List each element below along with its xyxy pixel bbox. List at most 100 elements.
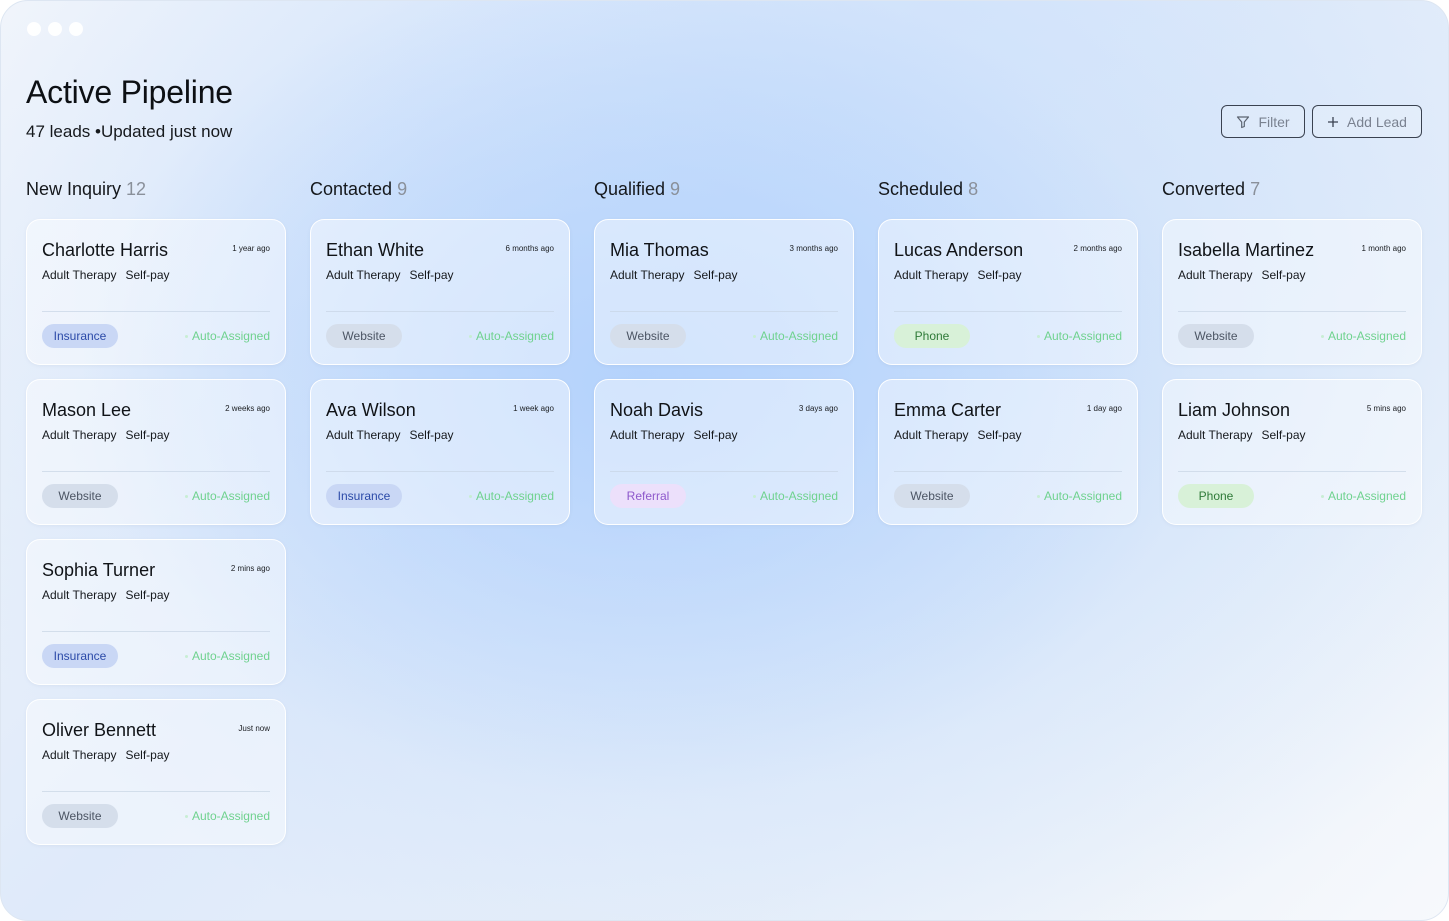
- assignment-status: Auto-Assigned: [1320, 489, 1406, 503]
- status-dot-icon: [184, 814, 188, 818]
- column-count: 7: [1250, 179, 1261, 199]
- lead-name: Noah Davis: [610, 400, 704, 420]
- source-badge: Phone: [1178, 484, 1254, 508]
- lead-card[interactable]: Noah Davis 3 days ago Adult Therapy Self-pa…: [594, 379, 854, 525]
- column-header-qualified: Qualified 9: [594, 179, 680, 200]
- payment-tag: Self-pay: [977, 268, 1022, 282]
- source-badge: Website: [1178, 324, 1254, 348]
- source-badge: Website: [610, 324, 686, 348]
- service-tag: Adult Therapy: [42, 588, 117, 602]
- service-tag: Adult Therapy: [610, 428, 685, 442]
- lead-card[interactable]: Mia Thomas 3 months ago Adult Therapy Self-…: [594, 219, 854, 365]
- lead-card[interactable]: Isabella Martinez 1 month ago Adult Therap…: [1162, 219, 1422, 365]
- assignment-status: Auto-Assigned: [184, 489, 270, 503]
- payment-tag: Self-pay: [693, 268, 738, 282]
- lead-tags: Adult Therapy Self-pay: [326, 428, 454, 442]
- lead-timestamp: 1 year ago: [232, 244, 270, 253]
- source-badge: Website: [42, 484, 118, 508]
- lead-timestamp: 1 month ago: [1361, 244, 1406, 253]
- payment-tag: Self-pay: [409, 428, 454, 442]
- column-header-scheduled: Scheduled 8: [878, 179, 978, 200]
- lead-card[interactable]: Sophia Turner 2 mins ago Adult Therapy Self…: [26, 539, 286, 685]
- lead-name: Mia Thomas: [610, 240, 709, 260]
- close-window-dot[interactable]: [27, 22, 41, 36]
- source-badge: Website: [894, 484, 970, 508]
- card-divider: [610, 471, 838, 472]
- source-badge: Referral: [610, 484, 686, 508]
- app-window: Active Pipeline 47 leads •Updated just n…: [0, 0, 1449, 921]
- column-title: Qualified: [594, 179, 666, 199]
- payment-tag: Self-pay: [125, 268, 170, 282]
- lead-timestamp: 2 months ago: [1073, 244, 1122, 253]
- lead-timestamp: 1 day ago: [1086, 404, 1122, 413]
- payment-tag: Self-pay: [693, 428, 738, 442]
- lead-card[interactable]: Ava Wilson 1 week ago Adult Therapy Self-pa…: [310, 379, 570, 525]
- source-badge: Website: [42, 804, 118, 828]
- column-count: 9: [670, 179, 681, 199]
- lead-card[interactable]: Liam Johnson 5 mins ago Adult Therapy Self-…: [1162, 379, 1422, 525]
- column-count: 12: [126, 179, 147, 199]
- page-title: Active Pipeline: [26, 74, 233, 110]
- assignment-status: Auto-Assigned: [1036, 329, 1122, 343]
- column-header-converted: Converted 7: [1162, 179, 1260, 200]
- lead-timestamp: 2 mins ago: [230, 564, 270, 573]
- assignment-status-label: Auto-Assigned: [191, 329, 270, 343]
- assignment-status: Auto-Assigned: [1320, 329, 1406, 343]
- assignment-status-label: Auto-Assigned: [759, 489, 838, 503]
- lead-tags: Adult Therapy Self-pay: [42, 748, 170, 762]
- lead-tags: Adult Therapy Self-pay: [1178, 268, 1306, 282]
- column-title: Scheduled: [878, 179, 964, 199]
- assignment-status-label: Auto-Assigned: [191, 809, 270, 823]
- assignment-status-label: Auto-Assigned: [759, 329, 838, 343]
- service-tag: Adult Therapy: [326, 428, 401, 442]
- lead-tags: Adult Therapy Self-pay: [610, 268, 738, 282]
- card-divider: [42, 311, 270, 312]
- add-lead-button-label: Add Lead: [1347, 113, 1407, 130]
- card-divider: [610, 311, 838, 312]
- column-title: Converted: [1162, 179, 1246, 199]
- lead-card[interactable]: Lucas Anderson 2 months ago Adult Therapy S…: [878, 219, 1138, 365]
- lead-tags: Adult Therapy Self-pay: [42, 588, 170, 602]
- assignment-status: Auto-Assigned: [752, 489, 838, 503]
- lead-tags: Adult Therapy Self-pay: [610, 428, 738, 442]
- lead-card[interactable]: Oliver Bennett Just now Adult Therapy Self-…: [26, 699, 286, 845]
- service-tag: Adult Therapy: [326, 268, 401, 282]
- lead-tags: Adult Therapy Self-pay: [894, 268, 1022, 282]
- lead-card[interactable]: Ethan White 6 months ago Adult Therapy Self…: [310, 219, 570, 365]
- add-lead-button[interactable]: Add Lead: [1312, 105, 1422, 138]
- assignment-status: Auto-Assigned: [752, 329, 838, 343]
- lead-name: Isabella Martinez: [1178, 240, 1315, 260]
- service-tag: Adult Therapy: [1178, 268, 1253, 282]
- payment-tag: Self-pay: [125, 588, 170, 602]
- lead-card[interactable]: Emma Carter 1 day ago Adult Therapy Self-pa…: [878, 379, 1138, 525]
- status-dot-icon: [1320, 334, 1324, 338]
- assignment-status: Auto-Assigned: [468, 329, 554, 343]
- lead-tags: Adult Therapy Self-pay: [894, 428, 1022, 442]
- assignment-status: Auto-Assigned: [184, 809, 270, 823]
- minimize-window-dot[interactable]: [48, 22, 62, 36]
- filter-button[interactable]: Filter: [1221, 105, 1305, 138]
- status-dot-icon: [752, 494, 756, 498]
- column-count: 9: [397, 179, 408, 199]
- lead-timestamp: Just now: [238, 724, 270, 733]
- plus-icon: [1328, 116, 1339, 127]
- lead-card[interactable]: Charlotte Harris 1 year ago Adult Therapy S…: [26, 219, 286, 365]
- lead-name: Sophia Turner: [42, 560, 156, 580]
- card-divider: [42, 631, 270, 632]
- lead-name: Ava Wilson: [326, 400, 416, 420]
- lead-timestamp: 3 days ago: [798, 404, 838, 413]
- service-tag: Adult Therapy: [894, 268, 969, 282]
- lead-name: Mason Lee: [42, 400, 132, 420]
- card-divider: [42, 791, 270, 792]
- service-tag: Adult Therapy: [1178, 428, 1253, 442]
- status-dot-icon: [1320, 494, 1324, 498]
- card-divider: [42, 471, 270, 472]
- payment-tag: Self-pay: [125, 428, 170, 442]
- status-dot-icon: [468, 494, 472, 498]
- lead-name: Liam Johnson: [1178, 400, 1291, 420]
- card-divider: [1178, 471, 1406, 472]
- lead-card[interactable]: Mason Lee 2 weeks ago Adult Therapy Self-pa…: [26, 379, 286, 525]
- lead-timestamp: 3 months ago: [789, 244, 838, 253]
- maximize-window-dot[interactable]: [69, 22, 83, 36]
- card-divider: [894, 311, 1122, 312]
